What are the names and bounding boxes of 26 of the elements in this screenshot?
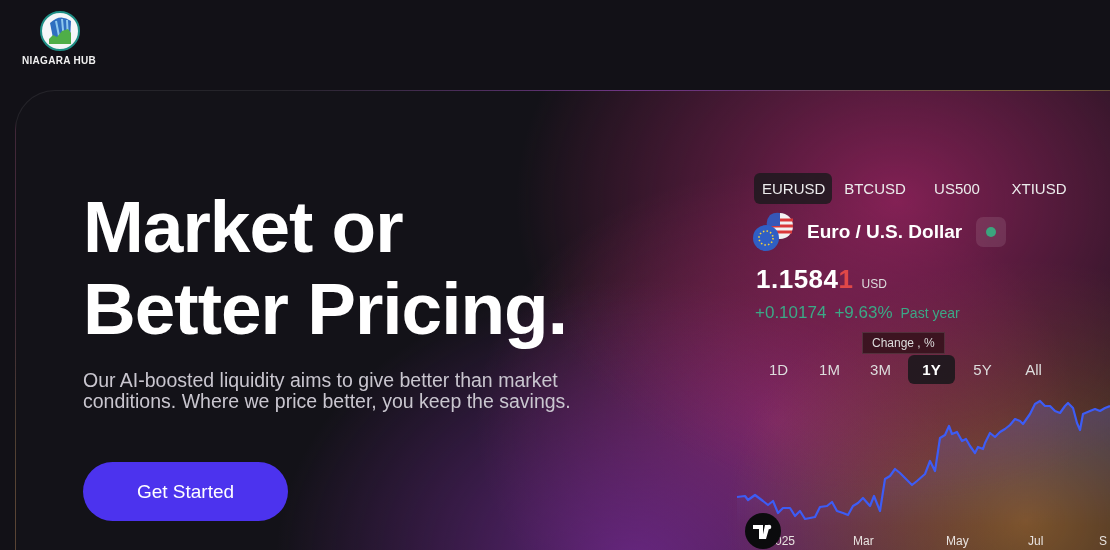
get-started-button[interactable]: Get Started <box>83 462 288 521</box>
change-percent: +9.63% <box>834 303 893 323</box>
range-tab[interactable]: 1D <box>755 355 802 384</box>
axis-label: Jul <box>1028 534 1044 548</box>
symbol-tab[interactable]: XTIUSD <box>1000 173 1078 204</box>
instrument-name: Euro / U.S. Dollar <box>807 221 963 243</box>
symbol-tab[interactable]: BTCUSD <box>836 173 914 204</box>
range-tab[interactable]: 3M <box>857 355 904 384</box>
symbol-tab[interactable]: US500 <box>918 173 996 204</box>
hero-text: Our AI-boosted liquidity aims to give better than market conditions. Where we price better, you keep the savings. <box>83 370 572 412</box>
range-tab[interactable]: 1M <box>806 355 853 384</box>
range-tab[interactable]: 1Y <box>908 355 955 384</box>
logo-icon <box>40 11 80 51</box>
axis-label: May <box>946 534 969 548</box>
range-tab[interactable]: All <box>1010 355 1057 384</box>
brand-name: NIAGARA HUB <box>22 55 97 66</box>
tooltip: Change , % <box>862 332 945 354</box>
axis-label: Mar <box>853 534 874 548</box>
change-value: +0.10174 <box>755 303 827 323</box>
axis-label: S <box>1099 534 1107 548</box>
range-tab[interactable]: 5Y <box>959 355 1006 384</box>
symbol-tab[interactable]: EURUSD <box>754 173 832 204</box>
hero-heading: Market or Better Pricing. <box>83 186 568 350</box>
currency-label: USD <box>861 277 887 291</box>
price-value: 1.15841 <box>756 264 854 295</box>
period-label: Past year <box>900 305 960 321</box>
